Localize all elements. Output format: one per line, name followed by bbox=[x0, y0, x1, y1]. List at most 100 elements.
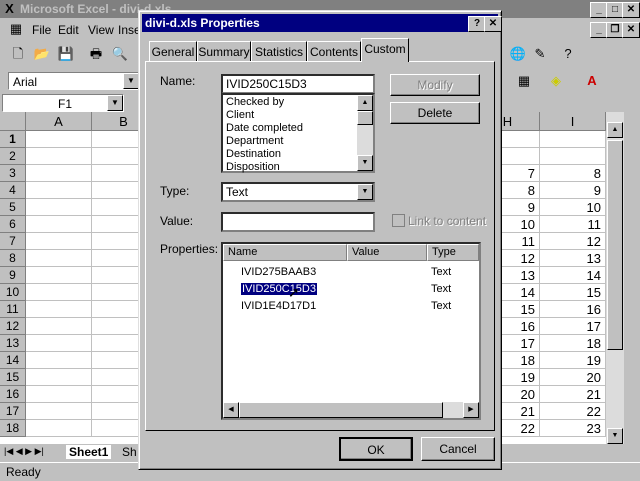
value-field[interactable] bbox=[221, 212, 375, 232]
grid-cell[interactable] bbox=[26, 233, 92, 250]
grid-cell[interactable]: 13 bbox=[540, 250, 606, 267]
ok-button[interactable]: OK bbox=[339, 437, 413, 461]
row-header[interactable]: 10 bbox=[0, 284, 26, 301]
grid-cell[interactable] bbox=[26, 216, 92, 233]
tab-statistics[interactable]: Statistics bbox=[251, 41, 307, 61]
chevron-down-icon[interactable]: ▼ bbox=[123, 73, 139, 89]
grid-cell[interactable]: 22 bbox=[540, 403, 606, 420]
grid-cell[interactable] bbox=[26, 199, 92, 216]
grid-cell[interactable]: 17 bbox=[540, 318, 606, 335]
name-field[interactable]: IVID250C15D3 bbox=[221, 74, 375, 94]
grid-cell[interactable]: 23 bbox=[540, 420, 606, 437]
grid-cell[interactable]: 9 bbox=[540, 182, 606, 199]
sheet-tab-2[interactable]: Sh bbox=[122, 445, 137, 459]
workbook-icon[interactable]: ▦ bbox=[6, 19, 26, 39]
row-header[interactable]: 8 bbox=[0, 250, 26, 267]
grid-cell[interactable] bbox=[26, 352, 92, 369]
scroll-thumb[interactable] bbox=[607, 140, 623, 350]
grid-cell[interactable] bbox=[26, 301, 92, 318]
grid-cell[interactable]: 15 bbox=[540, 284, 606, 301]
col-header-i[interactable]: I bbox=[540, 112, 606, 131]
row-header[interactable]: 14 bbox=[0, 352, 26, 369]
type-combo[interactable]: Text ▼ bbox=[221, 182, 375, 202]
web-icon[interactable]: 🌐 bbox=[508, 44, 528, 64]
row-header[interactable]: 11 bbox=[0, 301, 26, 318]
grid-cell[interactable] bbox=[26, 335, 92, 352]
delete-button[interactable]: Delete bbox=[390, 102, 480, 124]
grid-cell[interactable]: 8 bbox=[540, 165, 606, 182]
grid-cell[interactable] bbox=[26, 182, 92, 199]
row-header[interactable]: 2 bbox=[0, 148, 26, 165]
print-preview-icon[interactable]: 🔍 bbox=[110, 44, 130, 64]
property-name[interactable]: IVID250C15D3 bbox=[240, 282, 318, 296]
name-listbox[interactable]: Checked by Client Date completed Department… bbox=[221, 93, 375, 173]
modify-button[interactable]: Modify bbox=[390, 74, 480, 96]
font-combo[interactable]: Arial ▼ bbox=[8, 72, 140, 90]
property-name[interactable]: IVID1E4D17D1 bbox=[241, 300, 316, 312]
row-header[interactable]: 12 bbox=[0, 318, 26, 335]
row-header[interactable]: 7 bbox=[0, 233, 26, 250]
link-to-content-checkbox[interactable] bbox=[392, 214, 405, 227]
row-header[interactable]: 18 bbox=[0, 420, 26, 437]
tab-custom[interactable]: Custom bbox=[361, 38, 409, 62]
sheet-tab-sheet1[interactable]: Sheet1 bbox=[66, 445, 112, 459]
vertical-scrollbar[interactable]: ▲ ▼ bbox=[606, 112, 624, 444]
grid-cell[interactable]: 11 bbox=[540, 216, 606, 233]
chevron-down-icon[interactable]: ▼ bbox=[357, 184, 373, 200]
row-header[interactable]: 1 bbox=[0, 131, 26, 148]
scroll-down-icon[interactable]: ▼ bbox=[607, 428, 623, 444]
dialog-close-button[interactable]: ✕ bbox=[484, 16, 502, 32]
row-header[interactable]: 15 bbox=[0, 369, 26, 386]
column-type[interactable]: Type bbox=[427, 244, 479, 261]
scroll-up-icon[interactable]: ▲ bbox=[357, 95, 373, 111]
row-header[interactable]: 6 bbox=[0, 216, 26, 233]
grid-cell[interactable]: 18 bbox=[540, 335, 606, 352]
fill-color-icon[interactable]: ◈ bbox=[546, 71, 566, 91]
scroll-left-icon[interactable]: ◀ bbox=[223, 402, 239, 418]
grid-cell[interactable] bbox=[26, 318, 92, 335]
grid-cell[interactable] bbox=[26, 148, 92, 165]
grid-cell[interactable]: 14 bbox=[540, 267, 606, 284]
grid-cell[interactable] bbox=[26, 369, 92, 386]
grid-cell[interactable] bbox=[26, 250, 92, 267]
column-value[interactable]: Value bbox=[347, 244, 427, 261]
drawing-icon[interactable]: ✎ bbox=[530, 44, 550, 64]
tab-general[interactable]: General bbox=[149, 41, 197, 61]
grid-cell[interactable]: 19 bbox=[540, 352, 606, 369]
grid-cell[interactable]: 16 bbox=[540, 301, 606, 318]
grid-cell[interactable]: 12 bbox=[540, 233, 606, 250]
font-color-icon[interactable]: A bbox=[582, 71, 602, 91]
row-header[interactable]: 4 bbox=[0, 182, 26, 199]
help-icon[interactable]: ? bbox=[558, 44, 578, 64]
column-name[interactable]: Name bbox=[223, 244, 347, 261]
excel-app-icon[interactable]: X bbox=[2, 1, 17, 16]
name-list-item[interactable]: Department bbox=[226, 135, 283, 147]
name-list-item[interactable]: Checked by bbox=[226, 96, 284, 108]
close-button[interactable]: ✕ bbox=[622, 2, 640, 18]
scroll-right-icon[interactable]: ▶ bbox=[463, 402, 479, 418]
doc-close-button[interactable]: ✕ bbox=[622, 22, 640, 38]
scroll-up-icon[interactable]: ▲ bbox=[607, 122, 623, 138]
col-header-a[interactable]: A bbox=[26, 112, 92, 131]
menu-view[interactable]: View bbox=[88, 23, 114, 37]
menu-file[interactable]: File bbox=[32, 23, 51, 37]
menu-edit[interactable]: Edit bbox=[58, 23, 79, 37]
grid-cell[interactable]: 20 bbox=[540, 369, 606, 386]
grid-cell[interactable]: 10 bbox=[540, 199, 606, 216]
borders-icon[interactable]: ▦ bbox=[514, 71, 534, 91]
properties-listview[interactable]: Name Value Type IVID275BAAB3 Text IVID250C… bbox=[221, 242, 481, 420]
properties-hscrollbar[interactable]: ◀ ▶ bbox=[223, 402, 479, 418]
row-header[interactable]: 3 bbox=[0, 165, 26, 182]
row-header[interactable]: 13 bbox=[0, 335, 26, 352]
name-list-item[interactable]: Client bbox=[226, 109, 254, 121]
scroll-thumb[interactable] bbox=[239, 402, 443, 418]
grid-cell[interactable]: 21 bbox=[540, 386, 606, 403]
grid-cell[interactable] bbox=[26, 420, 92, 437]
grid-cell[interactable] bbox=[26, 131, 92, 148]
scroll-thumb[interactable] bbox=[357, 111, 373, 125]
property-name[interactable]: IVID275BAAB3 bbox=[241, 266, 316, 278]
grid-cell[interactable] bbox=[26, 403, 92, 420]
name-box[interactable]: F1 ▼ bbox=[2, 94, 124, 112]
name-list-scrollbar[interactable]: ▲ ▼ bbox=[357, 95, 373, 171]
print-icon[interactable]: 🖶 bbox=[86, 44, 106, 64]
